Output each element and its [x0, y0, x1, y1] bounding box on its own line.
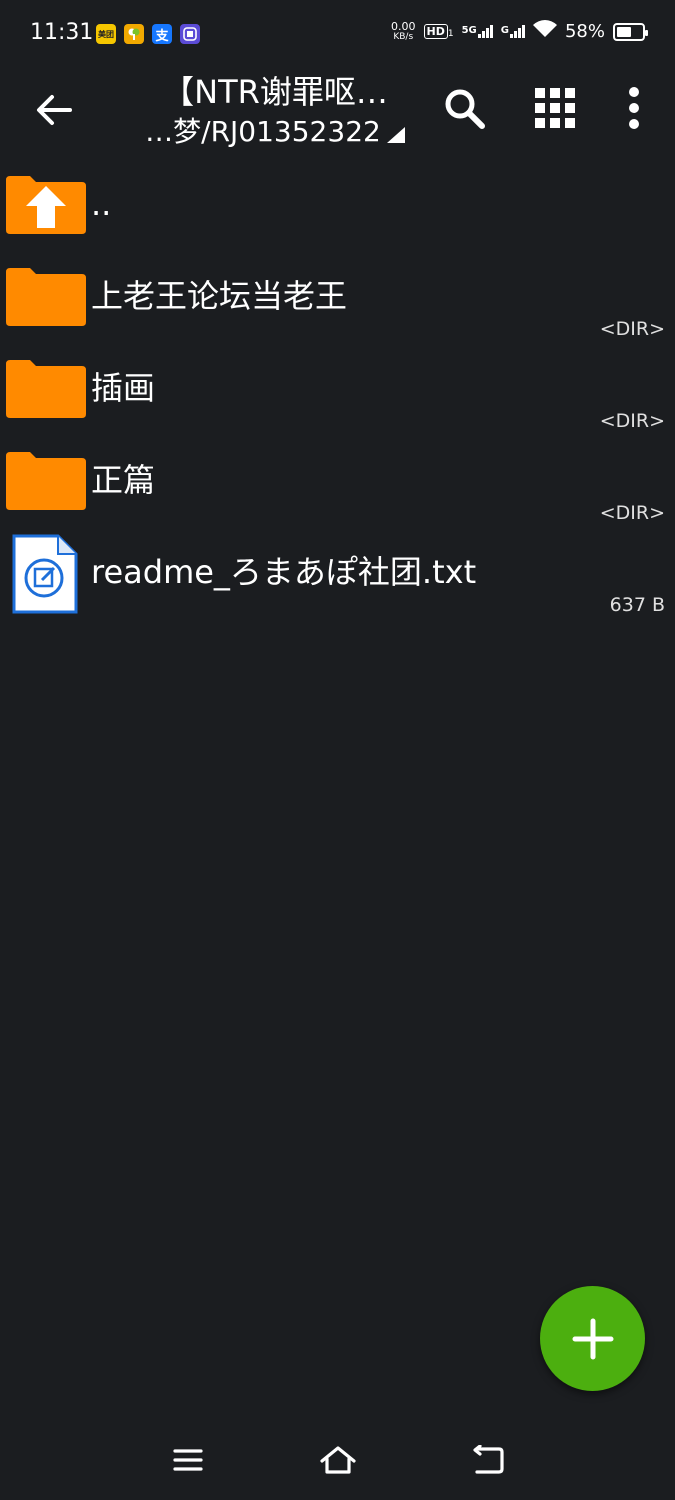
wifi-icon [532, 20, 557, 43]
folder-up-icon [6, 176, 86, 234]
status-time: 11:31 [30, 20, 94, 45]
file-name: 上老王论坛当老王 [91, 277, 348, 315]
home-button[interactable] [318, 1440, 358, 1480]
recents-button[interactable] [168, 1440, 208, 1480]
back-nav-icon [473, 1445, 504, 1474]
back-button[interactable] [30, 86, 78, 134]
file-name: readme_ろまあぽ社团.txt [91, 553, 477, 591]
search-icon [445, 89, 485, 129]
file-meta: 637 B [609, 594, 665, 616]
list-item-folder[interactable]: 正篇 <DIR> [0, 442, 675, 534]
file-meta: <DIR> [599, 410, 665, 432]
hd-voice-icon: HD 1 [423, 24, 454, 39]
grid-view-button[interactable] [529, 82, 581, 134]
hd-sub: 1 [447, 29, 454, 39]
back-arrow-icon [37, 95, 72, 125]
app-badge-icon [180, 24, 200, 44]
more-options-button[interactable] [608, 82, 660, 134]
back-nav-button[interactable] [468, 1440, 508, 1480]
sprout-app-icon [124, 24, 144, 44]
signal-5g-icon: 5G [462, 25, 493, 38]
list-item-file[interactable]: readme_ろまあぽ社团.txt 637 B [0, 534, 675, 626]
app-toolbar: 【NTR谢罪呕… …梦/RJ01352322 [0, 68, 675, 156]
notification-icons: 美团 支 [96, 24, 200, 44]
network-speed: 0.00 KB/s [391, 21, 416, 42]
file-list: .. 上老王论坛当老王 <DIR> 插画 <DIR> 正篇 <DIR> read… [0, 166, 675, 626]
plus-icon [572, 1318, 613, 1359]
list-item-folder[interactable]: 上老王论坛当老王 <DIR> [0, 258, 675, 350]
file-meta: <DIR> [599, 502, 665, 524]
folder-icon [6, 452, 86, 510]
search-button[interactable] [438, 82, 490, 134]
battery-percent: 58% [564, 21, 605, 42]
grid-view-icon [535, 88, 575, 128]
folder-icon [6, 268, 86, 326]
system-indicators: 0.00 KB/s HD 1 5G G 58% [391, 20, 648, 43]
hd-label: HD [423, 24, 448, 39]
list-item-parent[interactable]: .. [0, 166, 675, 258]
folder-path: …梦/RJ01352322 [130, 114, 420, 150]
folder-title: 【NTR谢罪呕… [162, 73, 388, 111]
dropdown-triangle-icon [386, 127, 405, 143]
alipay-icon: 支 [152, 24, 172, 44]
menu-icon [173, 1449, 203, 1471]
file-meta: <DIR> [599, 318, 665, 340]
system-nav-bar [0, 1420, 675, 1500]
battery-icon [613, 22, 648, 41]
add-button[interactable] [540, 1286, 645, 1391]
status-bar: 11:31 美团 支 0.00 KB/s HD 1 5G G 58% [0, 0, 675, 68]
more-vert-icon [629, 87, 639, 129]
file-name: .. [91, 185, 112, 223]
network-speed-unit: KB/s [393, 32, 414, 42]
file-name: 插画 [91, 369, 156, 407]
folder-path-text: …梦/RJ01352322 [145, 115, 381, 148]
signal-g-label: G [500, 25, 509, 36]
signal-5g-label: 5G [461, 25, 477, 36]
home-icon [320, 1446, 356, 1474]
meituan-icon: 美团 [96, 24, 116, 44]
text-file-icon [12, 534, 78, 614]
folder-icon [6, 360, 86, 418]
signal-g-icon: G [501, 25, 525, 38]
file-name: 正篇 [91, 461, 156, 499]
path-title-dropdown[interactable]: 【NTR谢罪呕… …梦/RJ01352322 [130, 70, 420, 150]
list-item-folder[interactable]: 插画 <DIR> [0, 350, 675, 442]
